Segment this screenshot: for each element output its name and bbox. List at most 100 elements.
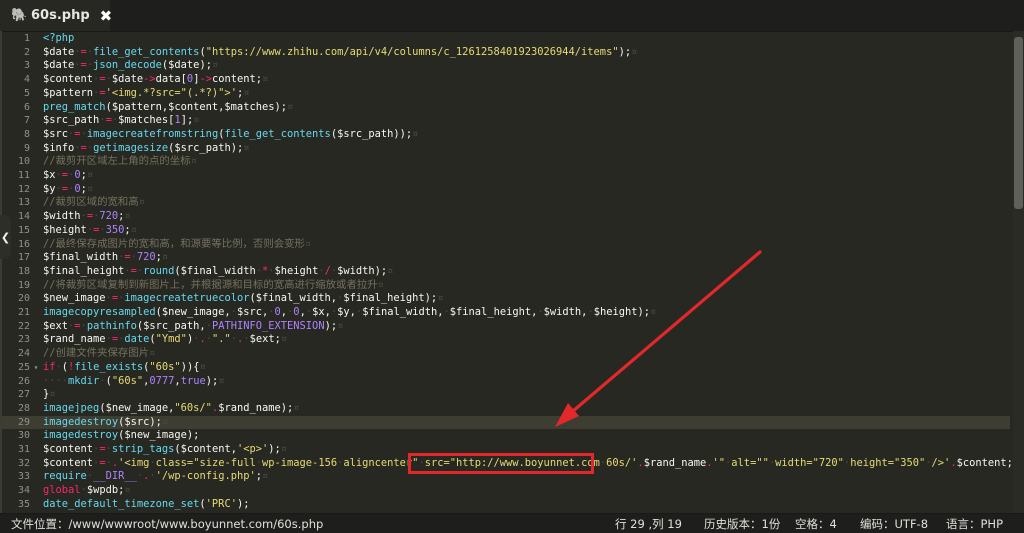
encoding-setting[interactable]: 编码：UTF-8 [860, 516, 928, 532]
collapse-sidebar-button[interactable]: ❮ [0, 215, 11, 259]
code-text: $y·=·0;¤ [43, 183, 93, 197]
line-number: 13 [17, 197, 30, 209]
code-line[interactable]: 15 $height·=·350;¤ [0, 224, 1010, 238]
code-line[interactable]: 8 $src·=·imagecreatefromstring(file_get_c… [0, 128, 1010, 142]
history-versions[interactable]: 历史版本：1份 [704, 516, 780, 532]
code-token: $width); [337, 264, 388, 277]
code-token: -> [199, 73, 212, 86]
code-text: imagedestroy($src);¤ [43, 416, 168, 430]
tab-60s-php[interactable]: 🐘 60s.php ✖ [0, 0, 113, 31]
code-line[interactable]: 12 $y·=·0;¤ [0, 183, 1010, 197]
code-line[interactable]: 7 $src_path·=·$matches[1];¤ [0, 114, 1010, 128]
code-token: //将裁剪区域复制到新图片上，并根据源和目标的宽高进行缩放或者拉升 [43, 278, 378, 291]
fold-toggle-icon[interactable]: ▾ [31, 361, 41, 375]
code-token: "60s" [111, 374, 144, 387]
code-token: ¤ [86, 169, 94, 181]
code-text: imagecopyresampled($new_image,·$src,·0,·… [43, 306, 656, 320]
line-number: 2 [23, 46, 30, 58]
line-number: 34 [17, 485, 30, 497]
code-line[interactable]: 17 $final_width·=·720;¤ [0, 251, 1010, 265]
code-token: $rand_name); [218, 401, 294, 414]
side-strip [0, 31, 2, 513]
code-token: ¤ [218, 374, 225, 387]
indent-setting[interactable]: 空格：4 [795, 516, 837, 532]
code-text: $date·=·file_get_contents("https://www.z… [43, 46, 637, 60]
code-token: getimagesize [93, 141, 169, 154]
close-tab-icon[interactable]: ✖ [100, 7, 113, 25]
code-token: $x [43, 169, 56, 181]
code-token: ($src_path); [168, 141, 244, 154]
code-line[interactable]: 22 $ext·=·pathinfo($src_path,·PATHINFO_EX… [0, 320, 1010, 334]
code-token: ($date); [161, 59, 212, 72]
code-line[interactable]: 19 //将裁剪区域复制到新图片上，并根据源和目标的宽高进行缩放或者拉升¤ [0, 279, 1010, 293]
code-token: $new_image [43, 292, 106, 305]
code-token: data[ [155, 73, 187, 86]
code-line[interactable]: 16//最终保存成图片的宽和高，和源要等比例，否则会变形¤ [0, 238, 1010, 252]
code-token: -> [143, 73, 156, 86]
line-number: 6 [23, 101, 30, 113]
scrollbar-thumb[interactable] [1014, 37, 1023, 209]
code-token: ¤ [280, 333, 288, 346]
code-line[interactable]: 2 $date·=·file_get_contents("https://www.… [0, 46, 1010, 60]
code-token: '<img [118, 456, 150, 469]
code-text: require·__DIR__·.·'/wp-config.php';¤ [43, 470, 268, 484]
code-token: 0777 [149, 374, 175, 387]
code-line[interactable]: 28 imagejpeg($new_image,"60s/".$rand_name… [0, 402, 1010, 416]
code-line[interactable]: 30 imagedestroy($new_image); [0, 429, 1010, 443]
file-path: 文件位置：/www/wwwroot/www.boyunnet.com/60s.p… [11, 517, 324, 531]
code-line[interactable]: 20 $new_image·=·imagecreatetruecolor($fin… [0, 292, 1010, 306]
code-token: ¤ [280, 443, 288, 455]
code-line[interactable]: 23 $rand_name·=·date("Ymd")·.·"."·.·$ext;… [0, 333, 1010, 347]
code-token: $width [43, 210, 81, 223]
code-text: $content·=·strip_tags($content,'<p>');¤ [43, 443, 287, 457]
code-token: $content [43, 456, 94, 469]
code-token: ¤ [199, 360, 206, 373]
code-text: $pattern·='<img.*?src="(.*?)">';¤ [43, 87, 249, 101]
language-setting[interactable]: 语言：PHP [946, 516, 1003, 532]
code-line[interactable]: 4 $content·=·$date->data[0]->content;¤ [0, 73, 1010, 87]
code-token: wp-image-156 [262, 456, 338, 469]
code-token: imagejpeg [43, 401, 100, 414]
code-token: file_get_contents [93, 45, 200, 58]
code-line[interactable]: 6 preg_match($pattern,$content,$matches);… [0, 101, 1010, 115]
code-token: ¤ [262, 73, 269, 86]
code-token: round [143, 264, 175, 277]
code-line[interactable]: 14 $width·=·720;¤ [0, 210, 1010, 224]
code-text: preg_match($pattern,$content,$matches);¤ [43, 101, 293, 115]
code-token: />' [931, 456, 951, 469]
code-token: $wpdb; [86, 484, 125, 497]
code-line[interactable]: 1 <?php [0, 32, 1010, 46]
code-token: $height [274, 264, 319, 277]
code-line[interactable]: 18 $final_height·=·round($final_width·*·$… [0, 265, 1010, 279]
code-area[interactable]: 1 <?php 2 $date·=·file_get_contents("https:… [0, 31, 1024, 513]
line-number: 33 [17, 471, 30, 483]
code-line[interactable]: 21 imagecopyresampled($new_image,·$src,·0… [0, 306, 1010, 320]
code-line[interactable]: 26 ····mkdir·("60s",0777,true);¤ [0, 375, 1010, 389]
code-token: 'PRC' [205, 497, 237, 510]
line-number: 18 [17, 265, 30, 277]
code-line[interactable]: 25 ▾ if·(!file_exists("60s")){¤ [0, 361, 1010, 375]
code-token: ); [268, 443, 281, 455]
code-line[interactable]: 34 global·$wpdb;¤ [0, 484, 1010, 498]
code-token: imagecopyresampled [43, 306, 156, 318]
code-token: $rand_name [43, 333, 106, 346]
cursor-position[interactable]: 行 29 ,列 19 [615, 516, 682, 532]
code-line[interactable]: 3 $date·=·json_decode($date);¤ [0, 59, 1010, 73]
code-line[interactable]: 10 //裁剪开区域左上角的点的坐标¤ [0, 155, 1010, 169]
code-line[interactable]: 35 date_default_timezone_set('PRC'); [0, 498, 1010, 512]
code-text: $new_image·=·imagecreatetruecolor($final… [43, 292, 443, 306]
code-token: ¤ [293, 401, 300, 414]
code-line[interactable]: 29 imagedestroy($src);¤ [0, 415, 1010, 430]
code-token: date_default_timezone_set [43, 497, 200, 510]
code-token: ¤ [387, 264, 394, 277]
code-token: class="size-full [155, 456, 256, 469]
code-line[interactable]: 24 //创建文件夹保存图片¤ [0, 347, 1010, 361]
code-line[interactable]: 13 //裁剪区域的宽和高¤ [0, 196, 1010, 210]
code-line[interactable]: 9 $info·=·getimagesize($src_path);¤ [0, 142, 1010, 156]
code-line[interactable]: 27}¤ [0, 388, 1010, 402]
vertical-scrollbar[interactable] [1013, 31, 1024, 513]
code-line[interactable]: 11 $x·=·0;¤ [0, 169, 1010, 183]
line-number: 29 [17, 416, 30, 428]
code-token: ¤ [262, 470, 269, 483]
code-line[interactable]: 5 $pattern·='<img.*?src="(.*?)">';¤ [0, 87, 1010, 101]
